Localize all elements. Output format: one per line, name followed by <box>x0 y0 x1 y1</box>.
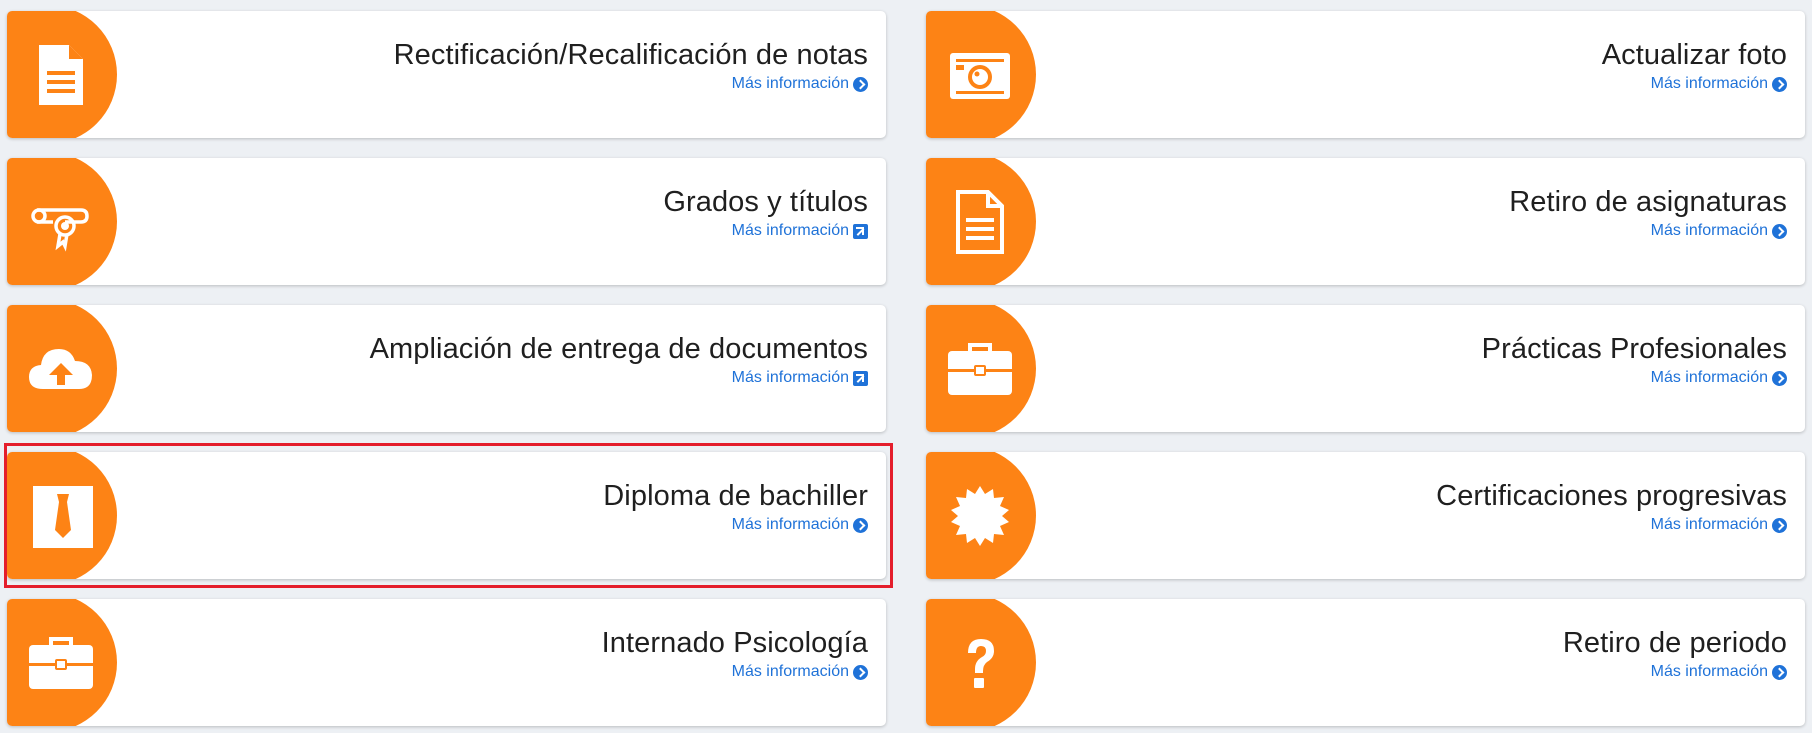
arrow-circle-right-icon <box>1772 370 1787 386</box>
services-grid: Rectificación/Recalificación de notas Má… <box>7 11 1805 733</box>
card-retiro-periodo[interactable]: Retiro de periodo Más información <box>926 599 1805 726</box>
card-ampliacion-documentos[interactable]: Ampliación de entrega de documentos Más … <box>7 305 886 432</box>
camera-icon <box>932 31 1028 119</box>
card-title: Diploma de bachiller <box>603 480 868 512</box>
arrow-circle-right-icon <box>853 76 868 92</box>
card-title: Certificaciones progresivas <box>1436 480 1787 512</box>
more-info-label: Más información <box>731 222 849 239</box>
document-icon <box>13 31 109 119</box>
more-info-link[interactable]: Más información <box>1651 222 1787 240</box>
more-info-link[interactable]: Más información <box>732 663 868 681</box>
external-link-icon <box>853 370 868 386</box>
arrow-circle-right-icon <box>1772 664 1787 680</box>
more-info-link[interactable]: Más información <box>732 222 868 240</box>
arrow-circle-right-icon <box>853 517 868 533</box>
card-internado-psicologia[interactable]: Internado Psicología Más información <box>7 599 886 726</box>
external-link-icon <box>853 223 868 239</box>
arrow-circle-right-icon <box>853 664 868 680</box>
more-info-label: Más información <box>1650 516 1768 533</box>
card-title: Grados y títulos <box>663 186 868 218</box>
more-info-label: Más información <box>731 369 849 386</box>
card-diploma-bachiller[interactable]: Diploma de bachiller Más información <box>7 452 886 579</box>
card-title: Retiro de asignaturas <box>1509 186 1787 218</box>
arrow-circle-right-icon <box>1772 517 1787 533</box>
briefcase-icon <box>932 325 1028 413</box>
card-title: Retiro de periodo <box>1562 627 1787 659</box>
card-rectificacion-notas[interactable]: Rectificación/Recalificación de notas Má… <box>7 11 886 138</box>
more-info-link[interactable]: Más información <box>1651 516 1787 534</box>
more-info-label: Más información <box>1650 663 1768 680</box>
card-actualizar-foto[interactable]: Actualizar foto Más información <box>926 11 1805 138</box>
card-title: Ampliación de entrega de documentos <box>369 333 868 365</box>
card-grados-titulos[interactable]: Grados y títulos Más información <box>7 158 886 285</box>
more-info-label: Más información <box>1650 75 1768 92</box>
briefcase-icon <box>13 619 109 707</box>
more-info-label: Más información <box>731 663 849 680</box>
more-info-label: Más información <box>1650 222 1768 239</box>
arrow-circle-right-icon <box>1772 76 1787 92</box>
question-mark-icon <box>932 619 1028 707</box>
card-title: Prácticas Profesionales <box>1481 333 1787 365</box>
more-info-label: Más información <box>731 516 849 533</box>
certificate-badge-icon <box>932 472 1028 560</box>
more-info-link[interactable]: Más información <box>732 516 868 534</box>
more-info-link[interactable]: Más información <box>732 369 868 387</box>
arrow-circle-right-icon <box>1772 223 1787 239</box>
card-retiro-asignaturas[interactable]: Retiro de asignaturas Más información <box>926 158 1805 285</box>
card-practicas-profesionales[interactable]: Prácticas Profesionales Más información <box>926 305 1805 432</box>
tie-icon <box>13 472 109 560</box>
more-info-link[interactable]: Más información <box>1651 369 1787 387</box>
document-icon <box>932 178 1028 266</box>
card-certificaciones-progresivas[interactable]: Certificaciones progresivas Más informac… <box>926 452 1805 579</box>
card-title: Rectificación/Recalificación de notas <box>393 39 868 71</box>
more-info-label: Más información <box>731 75 849 92</box>
more-info-link[interactable]: Más información <box>1651 663 1787 681</box>
cloud-upload-icon <box>13 325 109 413</box>
diploma-scroll-icon <box>13 178 109 266</box>
card-title: Internado Psicología <box>601 627 868 659</box>
more-info-link[interactable]: Más información <box>1651 75 1787 93</box>
card-title: Actualizar foto <box>1601 39 1787 71</box>
more-info-label: Más información <box>1650 369 1768 386</box>
more-info-link[interactable]: Más información <box>732 75 868 93</box>
